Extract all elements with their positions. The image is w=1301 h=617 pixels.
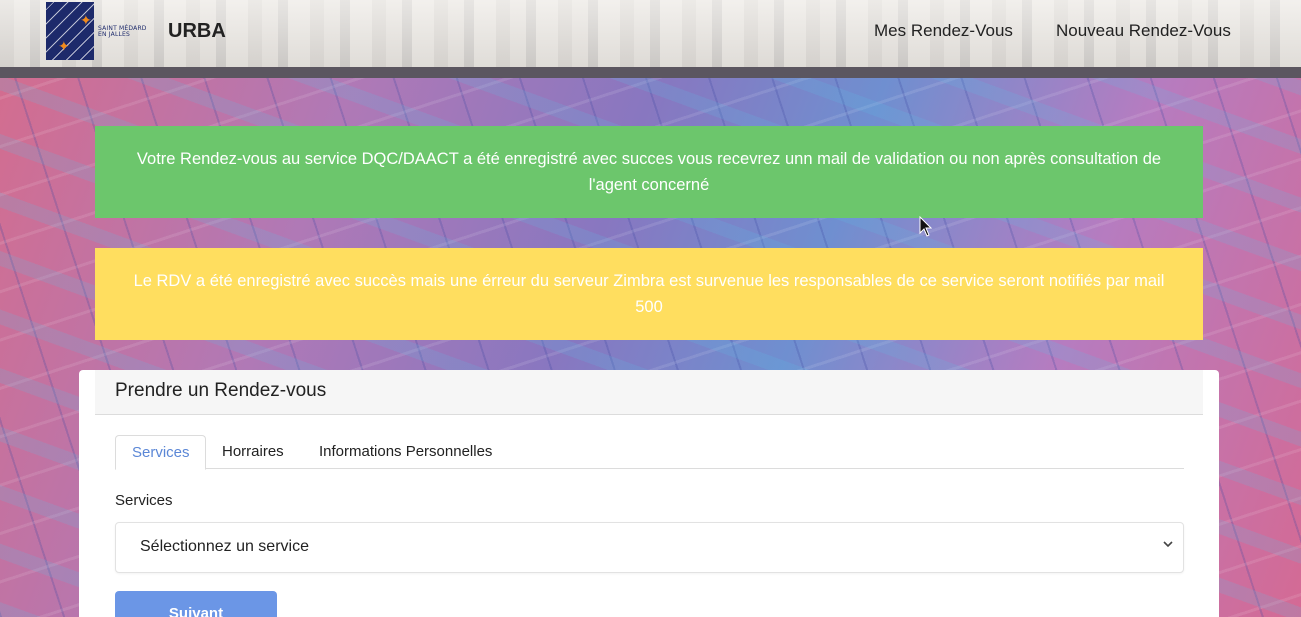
service-select-value: Sélectionnez un service (140, 538, 309, 555)
chevron-down-icon (1163, 537, 1173, 553)
logo-text: SAINT MÉDARD EN JALLES (98, 26, 147, 38)
warning-alert: Le RDV a été enregistré avec succès mais… (95, 248, 1203, 340)
next-button[interactable]: Suivant (115, 591, 277, 617)
top-navbar: ✦ ✦ SAINT MÉDARD EN JALLES URBA Mes Rend… (0, 0, 1301, 78)
nav-nouveau-rendez-vous[interactable]: Nouveau Rendez-Vous (1056, 21, 1231, 41)
card-header: Prendre un Rendez-vous (95, 370, 1203, 415)
mouse-pointer-icon (919, 216, 933, 237)
card-title: Prendre un Rendez-vous (115, 380, 327, 401)
star-icon: ✦ (58, 39, 70, 55)
service-select[interactable]: Sélectionnez un service (115, 522, 1184, 573)
nav-mes-rendez-vous[interactable]: Mes Rendez-Vous (874, 21, 1013, 41)
services-label: Services (115, 492, 173, 509)
logo-text-line2: EN JALLES (98, 31, 131, 38)
star-icon: ✦ (80, 13, 92, 29)
tab-informations-personnelles[interactable]: Informations Personnelles (303, 435, 508, 469)
tab-horraires[interactable]: Horraires (206, 435, 300, 469)
brand-link[interactable]: URBA (168, 20, 226, 43)
appointment-card: Prendre un Rendez-vous Services Horraire… (79, 370, 1219, 617)
tab-bar: Services Horraires Informations Personne… (115, 435, 1184, 470)
tab-services[interactable]: Services (115, 435, 206, 470)
city-logo[interactable]: ✦ ✦ (46, 2, 94, 60)
success-alert: Votre Rendez-vous au service DQC/DAACT a… (95, 126, 1203, 218)
